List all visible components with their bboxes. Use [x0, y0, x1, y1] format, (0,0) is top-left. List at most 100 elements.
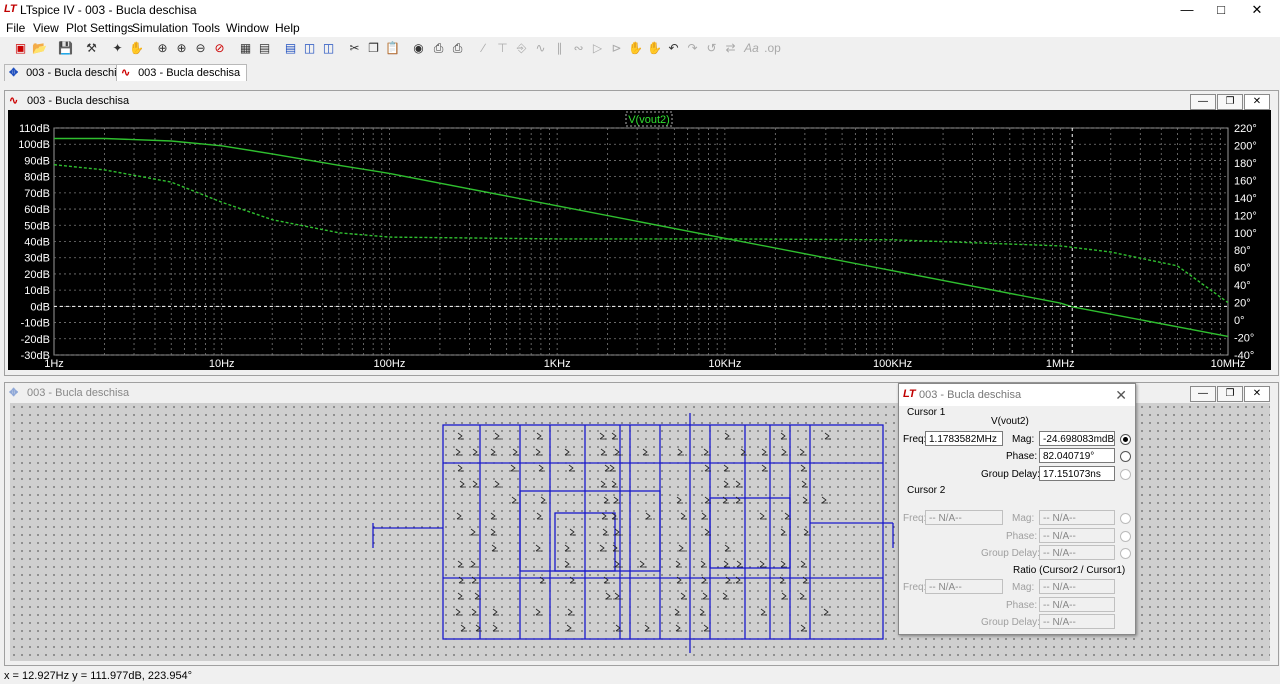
zoom-fit-icon[interactable]: ⊘	[211, 40, 228, 57]
cursor1-gd-radio[interactable]	[1120, 469, 1131, 480]
cursor2-freq-field[interactable]: -- N/A--	[925, 510, 1003, 525]
schematic-component	[492, 624, 499, 632]
label-icon[interactable]: ⎆	[513, 40, 530, 57]
y-tick-label-right: 20°	[1234, 298, 1251, 310]
component-icon[interactable]: ⊳	[608, 40, 625, 57]
x-tick-label: 1MHz	[1046, 358, 1075, 370]
cursor1-phase-radio[interactable]	[1120, 451, 1131, 462]
text-icon[interactable]: Aa	[743, 40, 760, 57]
menu-window[interactable]: Window	[226, 21, 269, 35]
waveform-icon: ∿	[9, 95, 19, 107]
ratio-gd-field[interactable]: -- N/A--	[1039, 614, 1115, 629]
menu-simulation[interactable]: Simulation	[132, 21, 188, 35]
autorange-icon[interactable]: ▦	[237, 40, 254, 57]
open-icon[interactable]: 📂	[31, 40, 48, 57]
y-tick-label-left: 80dB	[24, 172, 50, 184]
cursor2-phase-radio[interactable]	[1120, 531, 1131, 542]
copy-icon[interactable]: ❐	[365, 40, 382, 57]
cursor1-freq-field[interactable]: 1.1783582MHz	[925, 431, 1003, 446]
cursor2-gd-field[interactable]: -- N/A--	[1039, 545, 1115, 560]
diode-icon[interactable]: ▷	[589, 40, 606, 57]
close-icon[interactable]: ✕	[1115, 387, 1127, 404]
zoom-pan-icon[interactable]: ⊕	[173, 40, 190, 57]
schematic-component	[490, 528, 497, 536]
plot-close-button[interactable]: ✕	[1244, 94, 1270, 110]
cursor2-mag-radio[interactable]	[1120, 513, 1131, 524]
ratio-freq-field[interactable]: -- N/A--	[925, 579, 1003, 594]
schematic-minimize-button[interactable]: —	[1190, 386, 1216, 402]
zoom-in-icon[interactable]: ⊕	[154, 40, 171, 57]
y-tick-label-left: 70dB	[24, 188, 50, 200]
schematic-close-button[interactable]: ✕	[1244, 386, 1270, 402]
schematic-component	[494, 480, 501, 488]
zoom-out-icon[interactable]: ⊖	[192, 40, 209, 57]
menu-file[interactable]: File	[6, 21, 25, 35]
mirror-icon[interactable]: ⇄	[722, 40, 739, 57]
run-icon[interactable]: ✦	[109, 40, 126, 57]
waveform-icon: ∿	[121, 67, 131, 79]
schematic-component	[492, 608, 499, 616]
ratio-mag-field[interactable]: -- N/A--	[1039, 579, 1115, 594]
schematic-component	[564, 448, 571, 456]
cascade-icon[interactable]: ◫	[320, 40, 337, 57]
cursor1-mag-radio[interactable]	[1120, 434, 1131, 445]
schematic-component	[568, 464, 575, 472]
plot-restore-button[interactable]: ❐	[1217, 94, 1243, 110]
rotate-icon[interactable]: ↺	[703, 40, 720, 57]
undo-icon[interactable]: ↶	[665, 40, 682, 57]
schematic-component	[603, 496, 610, 504]
drag-icon[interactable]: ✋	[646, 40, 663, 57]
ratio-phase-field[interactable]: -- N/A--	[1039, 597, 1115, 612]
schematic-component	[700, 560, 707, 568]
y-tick-label-left: 20dB	[24, 269, 50, 281]
manual-limits-icon[interactable]: ▤	[256, 40, 273, 57]
schematic-component	[538, 464, 545, 472]
close-button[interactable]: ✕	[1234, 0, 1280, 20]
inductor-icon[interactable]: ∾	[570, 40, 587, 57]
ground-icon[interactable]: ⊤	[494, 40, 511, 57]
resistor-icon[interactable]: ∿	[532, 40, 549, 57]
schematic-component	[761, 448, 768, 456]
plot-minimize-button[interactable]: —	[1190, 94, 1216, 110]
plot-window-title: 003 - Bucla deschisa	[27, 95, 130, 107]
cursor2-mag-field[interactable]: -- N/A--	[1039, 510, 1115, 525]
capacitor-icon[interactable]: ∥	[551, 40, 568, 57]
tile-horizontal-icon[interactable]: ▤	[282, 40, 299, 57]
control-panel-icon[interactable]: ⚒	[83, 40, 100, 57]
tile-vertical-icon[interactable]: ◫	[301, 40, 318, 57]
schematic-restore-button[interactable]: ❐	[1217, 386, 1243, 402]
menu-view[interactable]: View	[33, 21, 59, 35]
schematic-component	[535, 544, 542, 552]
schematic-component	[457, 560, 464, 568]
save-icon[interactable]: 💾	[57, 40, 74, 57]
menu-plot-settings[interactable]: Plot Settings	[66, 21, 133, 35]
menu-help[interactable]: Help	[275, 21, 300, 35]
schematic-component	[615, 624, 622, 632]
schematic-component	[609, 464, 616, 472]
print-preview-icon[interactable]: ⎙	[430, 40, 447, 57]
tab-waveform-label: 003 - Bucla deschisa	[138, 67, 241, 79]
schematic-component	[470, 528, 477, 536]
new-schematic-icon[interactable]: ▣	[12, 40, 29, 57]
redo-icon[interactable]: ↷	[684, 40, 701, 57]
ratio-phase-label: Phase:	[1006, 600, 1038, 611]
halt-icon[interactable]: ✋	[128, 40, 145, 57]
move-icon[interactable]: ✋	[627, 40, 644, 57]
print-icon[interactable]: ⎙	[449, 40, 466, 57]
paste-icon[interactable]: 📋	[384, 40, 401, 57]
cursor2-phase-field[interactable]: -- N/A--	[1039, 528, 1115, 543]
schematic-component	[599, 544, 606, 552]
menu-tools[interactable]: Tools	[192, 21, 220, 35]
schematic-component	[780, 528, 787, 536]
cut-icon[interactable]: ✂	[346, 40, 363, 57]
spice-directive-icon[interactable]: .op	[764, 40, 781, 57]
cursor2-gd-radio[interactable]	[1120, 548, 1131, 559]
cursor1-mag-field[interactable]: -24.698083mdB	[1039, 431, 1115, 446]
wire-icon[interactable]: ∕	[475, 40, 492, 57]
bode-plot[interactable]: 110dB 100dB 90dB 80dB 70dB 60dB 50dB 40dB 30dB 20…	[8, 110, 1271, 370]
cursor1-phase-field[interactable]: 82.040719°	[1039, 448, 1115, 463]
tab-waveform[interactable]: ∿ 003 - Bucla deschisa	[116, 64, 248, 81]
cursor1-gd-field[interactable]: 17.151073ns	[1039, 466, 1115, 481]
find-icon[interactable]: ◉	[410, 40, 427, 57]
schematic-component	[780, 560, 787, 568]
